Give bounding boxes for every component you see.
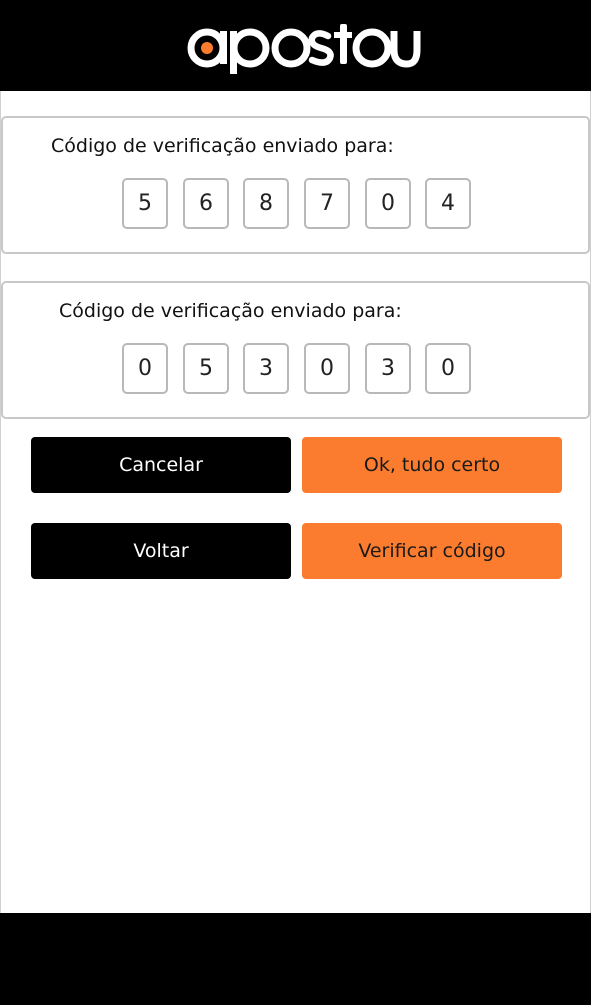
apostou-logo <box>0 0 591 91</box>
code-digit-4[interactable]: 7 <box>304 178 350 229</box>
verification-card-first: Código de verificação enviado para: 5 6 … <box>1 116 590 254</box>
app-header <box>0 0 591 91</box>
ok-button[interactable]: Ok, tudo certo <box>302 437 562 493</box>
code-digit-6[interactable]: 4 <box>425 178 471 229</box>
code-digit-1[interactable]: 0 <box>122 343 168 394</box>
verification-label: Código de verificação enviado para: <box>59 300 402 322</box>
code-digit-5[interactable]: 0 <box>365 178 411 229</box>
code-digit-5[interactable]: 3 <box>365 343 411 394</box>
code-digit-6[interactable]: 0 <box>425 343 471 394</box>
code-digits: 5 6 8 7 0 4 <box>122 178 474 231</box>
back-button[interactable]: Voltar <box>31 523 291 579</box>
code-digit-3[interactable]: 8 <box>243 178 289 229</box>
code-digits: 0 5 3 0 3 0 <box>122 343 474 396</box>
verification-label: Código de verificação enviado para: <box>51 135 394 157</box>
cancel-button[interactable]: Cancelar <box>31 437 291 493</box>
verification-content: Código de verificação enviado para: 5 6 … <box>0 91 591 913</box>
code-digit-3[interactable]: 3 <box>243 343 289 394</box>
bottom-bar <box>0 913 591 1005</box>
verify-code-button[interactable]: Verificar código <box>302 523 562 579</box>
code-digit-4[interactable]: 0 <box>304 343 350 394</box>
code-digit-1[interactable]: 5 <box>122 178 168 229</box>
code-digit-2[interactable]: 5 <box>183 343 229 394</box>
code-digit-2[interactable]: 6 <box>183 178 229 229</box>
verification-card-second: Código de verificação enviado para: 0 5 … <box>1 281 590 419</box>
